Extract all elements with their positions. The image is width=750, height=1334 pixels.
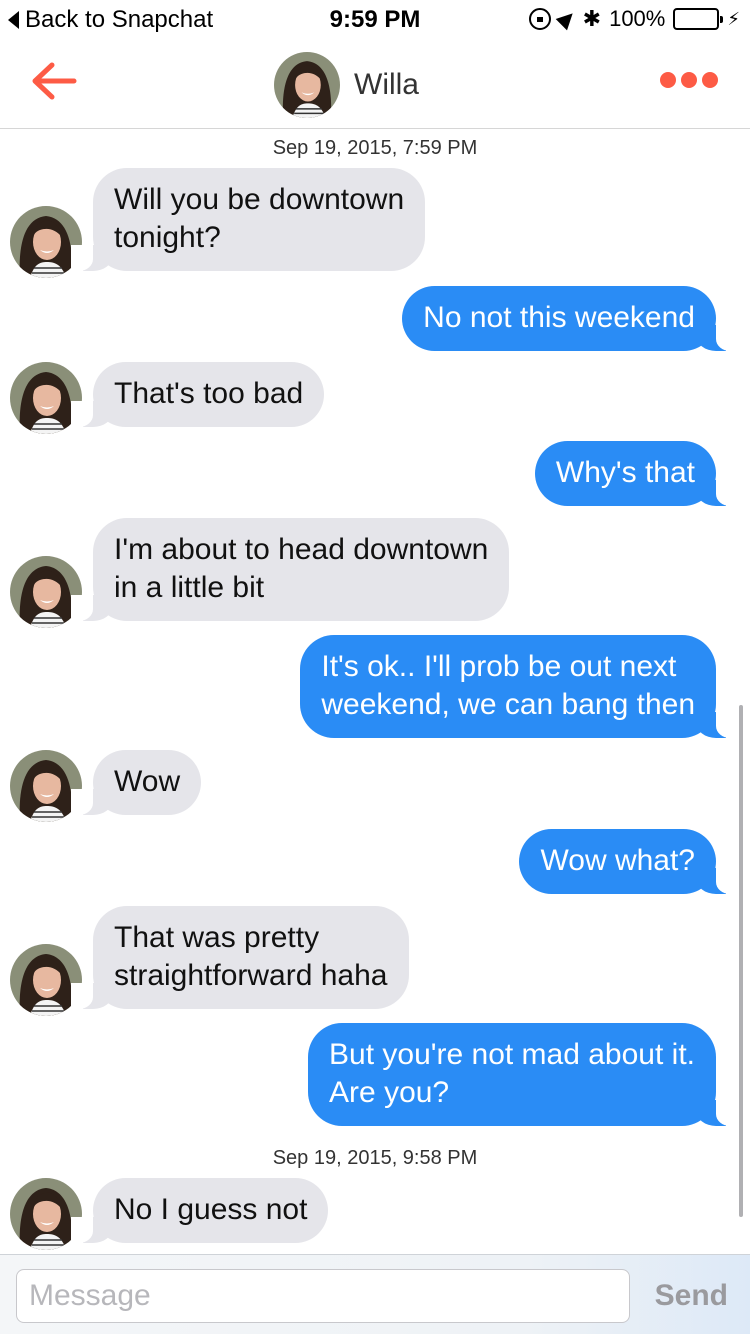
contact-avatar [274, 52, 340, 118]
outgoing-message: Wow what? [519, 829, 738, 894]
dot [702, 72, 718, 88]
message-line: I'm about to head downtown [114, 533, 489, 566]
message-line: Will you be downtown [114, 183, 405, 216]
message-line: Are you? [329, 1076, 450, 1109]
message-line: straightforward haha [114, 959, 388, 992]
contact-header[interactable]: Willa [274, 52, 419, 118]
send-button[interactable]: Send [655, 1269, 728, 1323]
message-line: Why's that [555, 456, 695, 489]
outgoing-message: But you're not mad about it. Are you? [308, 1023, 738, 1126]
arrow-left-icon[interactable] [30, 60, 78, 102]
rotation-lock-icon [528, 8, 551, 30]
status-icons: ✱ 100% ⚡ [528, 6, 740, 32]
dot [681, 72, 697, 88]
message-line: It's ok.. I'll prob be out next [321, 650, 677, 683]
outgoing-message: It's ok.. I'll prob be out next weekend,… [300, 635, 738, 738]
message-line: No not this weekend [423, 301, 695, 334]
incoming-message: That's too bad [70, 362, 325, 427]
location-arrow-icon [555, 7, 578, 31]
timestamp: Sep 19, 2015, 9:58 PM [272, 1147, 478, 1169]
outgoing-message: Why's that [534, 441, 739, 506]
message-line: in a little bit [114, 571, 265, 604]
message-input[interactable] [16, 1269, 630, 1323]
contact-name: Willa [354, 68, 419, 101]
nav-bar: Willa [0, 40, 750, 129]
message-line: But you're not mad about it. [329, 1038, 695, 1071]
message-line: Wow [114, 765, 181, 798]
timestamp: Sep 19, 2015, 7:59 PM [272, 137, 478, 159]
message-line: No I guess not [114, 1193, 308, 1226]
scrollbar[interactable] [739, 705, 743, 1217]
message-line: That was pretty [114, 921, 320, 954]
composer-bar: Send [0, 1254, 750, 1334]
message-line: weekend, we can bang then [321, 688, 695, 721]
incoming-message: That was pretty straightforward haha [71, 906, 409, 1009]
battery-percent: 100% [609, 6, 666, 31]
more-dots-icon[interactable] [660, 72, 718, 88]
bluetooth-icon: ✱ [582, 6, 602, 31]
battery-icon [673, 8, 724, 30]
incoming-message: Wow [70, 750, 202, 815]
incoming-message: No I guess not [70, 1178, 329, 1243]
incoming-message: I'm about to head downtown in a little b… [70, 518, 510, 621]
message-line: Wow what? [540, 844, 695, 877]
charging-bolt-icon: ⚡ [727, 8, 740, 29]
outgoing-message: No not this weekend [402, 286, 738, 351]
incoming-message: Will you be downtown tonight? [70, 168, 426, 271]
message-line: tonight? [114, 221, 221, 254]
status-bar: Back to Snapchat 9:59 PM ✱ 100% ⚡ [0, 0, 750, 40]
message-line: That's too bad [114, 377, 304, 410]
dot [660, 72, 676, 88]
